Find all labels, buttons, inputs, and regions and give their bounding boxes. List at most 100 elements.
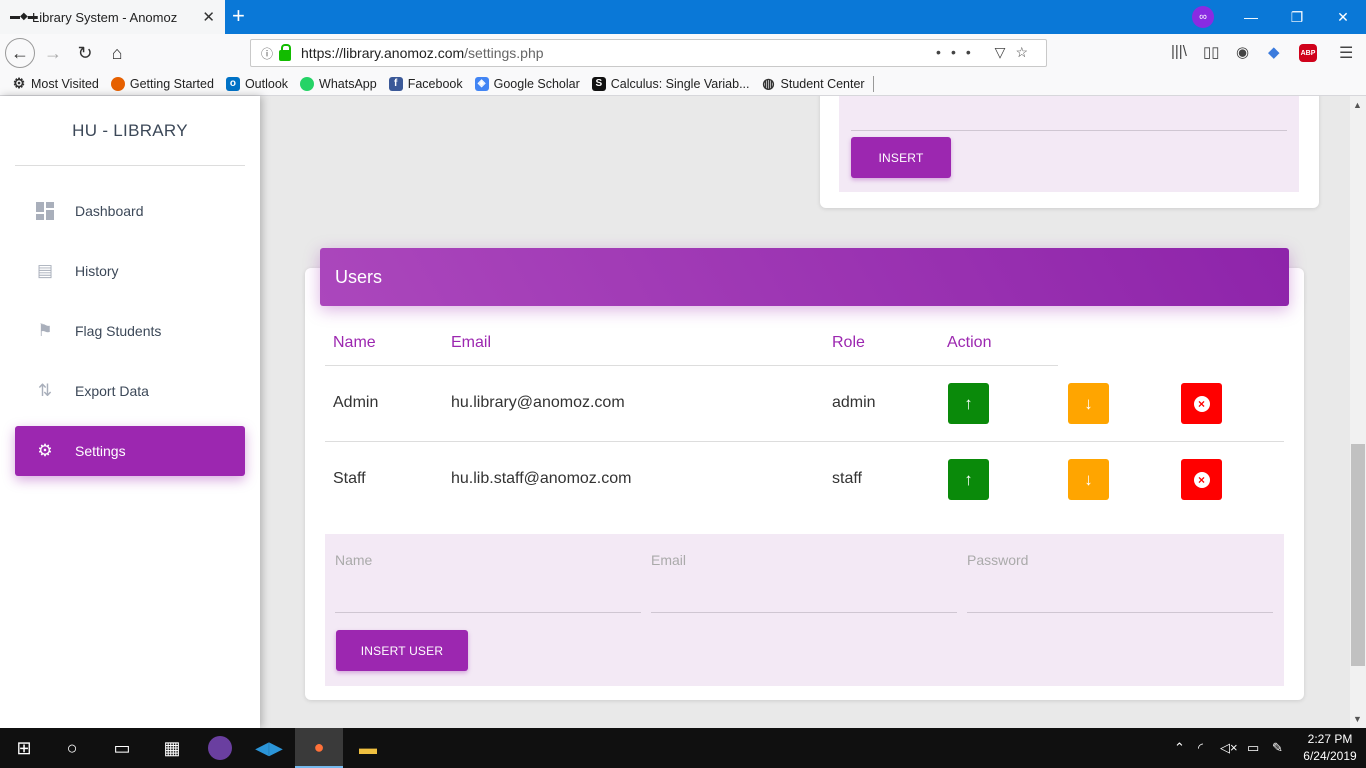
calculus-icon: S (591, 76, 606, 91)
app-icon-1[interactable]: ▭ (98, 728, 146, 768)
browser-nav-bar: ← → ↻ ⌂ ⓘ https://library.anomoz.com/set… (0, 34, 1366, 72)
page-scrollbar[interactable]: ▲ ▼ (1350, 96, 1366, 728)
home-button[interactable]: ⌂ (102, 38, 132, 68)
email-field[interactable] (651, 612, 957, 613)
library-icon[interactable]: |||\ (1171, 43, 1187, 60)
name-field[interactable] (335, 612, 641, 613)
column-header-name: Name (333, 334, 376, 351)
windows-taskbar: ⊞ ○ ▭ ▦ ◀▶ ● ▬ ⌃ ◜ ◁× ▭ ✎ 2:27 PM 6/24/2… (0, 728, 1366, 768)
password-field[interactable] (967, 612, 1273, 613)
page-actions-icon[interactable]: ••• (936, 44, 981, 60)
scroll-down-icon[interactable]: ▼ (1353, 714, 1362, 724)
sidebar-item-flag-students[interactable]: ⚑ Flag Students (15, 306, 245, 356)
scroll-up-icon[interactable]: ▲ (1353, 100, 1362, 110)
lock-icon (279, 43, 292, 61)
battery-icon[interactable]: ▭ (1247, 740, 1259, 756)
vscode-icon[interactable]: ◀▶ (245, 728, 293, 768)
account-icon[interactable]: ◉ (1236, 43, 1249, 61)
column-header-role: Role (832, 334, 865, 351)
sidebar-item-settings[interactable]: ⚙ Settings (15, 426, 245, 476)
bookmark-student-center[interactable]: ◍ Student Center (762, 75, 864, 91)
bookmark-outlook[interactable]: o Outlook (225, 76, 288, 91)
sidebar-item-dashboard[interactable]: Dashboard (15, 186, 245, 236)
menu-icon[interactable]: ☰ (1339, 43, 1353, 63)
browser-tab[interactable]: ▬◆▬ Library System - Anomoz ✕ (0, 0, 225, 34)
back-button[interactable]: ← (5, 38, 35, 68)
adblock-icon[interactable]: ABP (1299, 44, 1317, 62)
demote-button[interactable]: ↓ (1068, 383, 1109, 424)
user-name: Staff (333, 470, 366, 487)
new-tab-button[interactable]: + (232, 5, 245, 27)
user-role: staff (832, 470, 862, 487)
divider (15, 165, 245, 166)
demote-button[interactable]: ↓ (1068, 459, 1109, 500)
scrollbar-thumb[interactable] (1351, 444, 1365, 666)
pen-icon[interactable]: ✎ (1272, 740, 1283, 756)
bookmark-most-visited[interactable]: ⚙ Most Visited (12, 75, 99, 91)
firefox-icon (110, 76, 125, 91)
insert-user-button[interactable]: INSERT USER (336, 630, 468, 671)
pocket-icon[interactable]: ▽ (995, 44, 1016, 60)
top-settings-card: INSERT (820, 96, 1319, 208)
top-input-underline[interactable] (851, 130, 1287, 131)
sidebar-toggle-icon[interactable]: ▯▯ (1203, 43, 1220, 61)
row-divider (325, 441, 1284, 442)
bookmark-calculus[interactable]: S Calculus: Single Variab... (591, 76, 750, 91)
gear-icon: ⚙ (12, 75, 26, 91)
tray-chevron-icon[interactable]: ⌃ (1174, 740, 1185, 756)
file-explorer-icon[interactable]: ▬ (344, 728, 392, 768)
close-circle-icon: × (1193, 395, 1210, 412)
delete-button[interactable]: × (1181, 383, 1222, 424)
promote-button[interactable]: ↑ (948, 459, 989, 500)
bookmark-whatsapp[interactable]: WhatsApp (300, 76, 377, 91)
sidebar-item-history[interactable]: ▤ History (15, 246, 245, 296)
sidebar-item-export-data[interactable]: ⇅ Export Data (15, 366, 245, 416)
close-window-button[interactable]: ✕ (1320, 0, 1366, 34)
facebook-icon: f (388, 76, 403, 91)
insert-button[interactable]: INSERT (851, 137, 951, 178)
name-field-label: Name (335, 552, 373, 568)
clock-date: 6/24/2019 (1303, 749, 1357, 763)
flag-icon: ⚑ (37, 321, 53, 340)
forward-button[interactable]: → (38, 38, 68, 68)
graduation-cap-icon[interactable]: ◆ (1268, 43, 1280, 61)
bookmark-facebook[interactable]: f Facebook (388, 76, 463, 91)
history-icon: ▤ (36, 261, 54, 280)
users-card-header: Users (320, 248, 1289, 306)
column-header-email: Email (451, 334, 492, 351)
minimize-button[interactable]: — (1228, 0, 1274, 34)
column-header-action: Action (947, 334, 992, 351)
email-field-label: Email (651, 552, 687, 568)
users-title: Users (335, 266, 383, 287)
wifi-icon[interactable]: ◜ (1198, 740, 1203, 756)
dashboard-icon (35, 201, 55, 221)
reload-button[interactable]: ↻ (70, 38, 100, 68)
sidebar: HU - LIBRARY Dashboard ▤ History ⚑ Flag … (0, 96, 260, 728)
volume-icon[interactable]: ◁× (1220, 740, 1238, 756)
bookmark-google-scholar[interactable]: ◈ Google Scholar (474, 76, 580, 91)
password-field-label: Password (967, 552, 1029, 568)
close-tab-icon[interactable]: ✕ (202, 8, 215, 26)
bookmark-separator (872, 75, 874, 92)
insert-user-form: Name Email Password INSERT USER (325, 534, 1284, 686)
delete-button[interactable]: × (1181, 459, 1222, 500)
info-icon[interactable]: ⓘ (261, 45, 273, 62)
url-bar[interactable]: ⓘ https://library.anomoz.com/settings.ph… (250, 39, 1047, 67)
outlook-icon: o (225, 76, 240, 91)
search-icon[interactable]: ○ (48, 728, 96, 768)
system-clock[interactable]: 2:27 PM 6/24/2019 (1296, 731, 1364, 765)
firefox-taskbar-icon[interactable]: ● (295, 728, 343, 768)
bookmark-getting-started[interactable]: Getting Started (110, 76, 214, 91)
app-icon-3[interactable] (196, 728, 244, 768)
brand-title[interactable]: HU - LIBRARY (15, 121, 245, 141)
app-icon-2[interactable]: ▦ (148, 728, 196, 768)
windows-start-icon[interactable]: ⊞ (0, 728, 48, 768)
close-circle-icon: × (1193, 471, 1210, 488)
user-email: hu.library@anomoz.com (451, 394, 625, 411)
arrow-up-icon: ↑ (964, 469, 973, 489)
promote-button[interactable]: ↑ (948, 383, 989, 424)
restore-button[interactable]: ❐ (1274, 0, 1320, 34)
bookmark-star-icon[interactable]: ☆ (1015, 44, 1038, 60)
url-actions: ••• ▽☆ (936, 44, 1038, 61)
arrow-down-icon: ↓ (1084, 393, 1093, 413)
